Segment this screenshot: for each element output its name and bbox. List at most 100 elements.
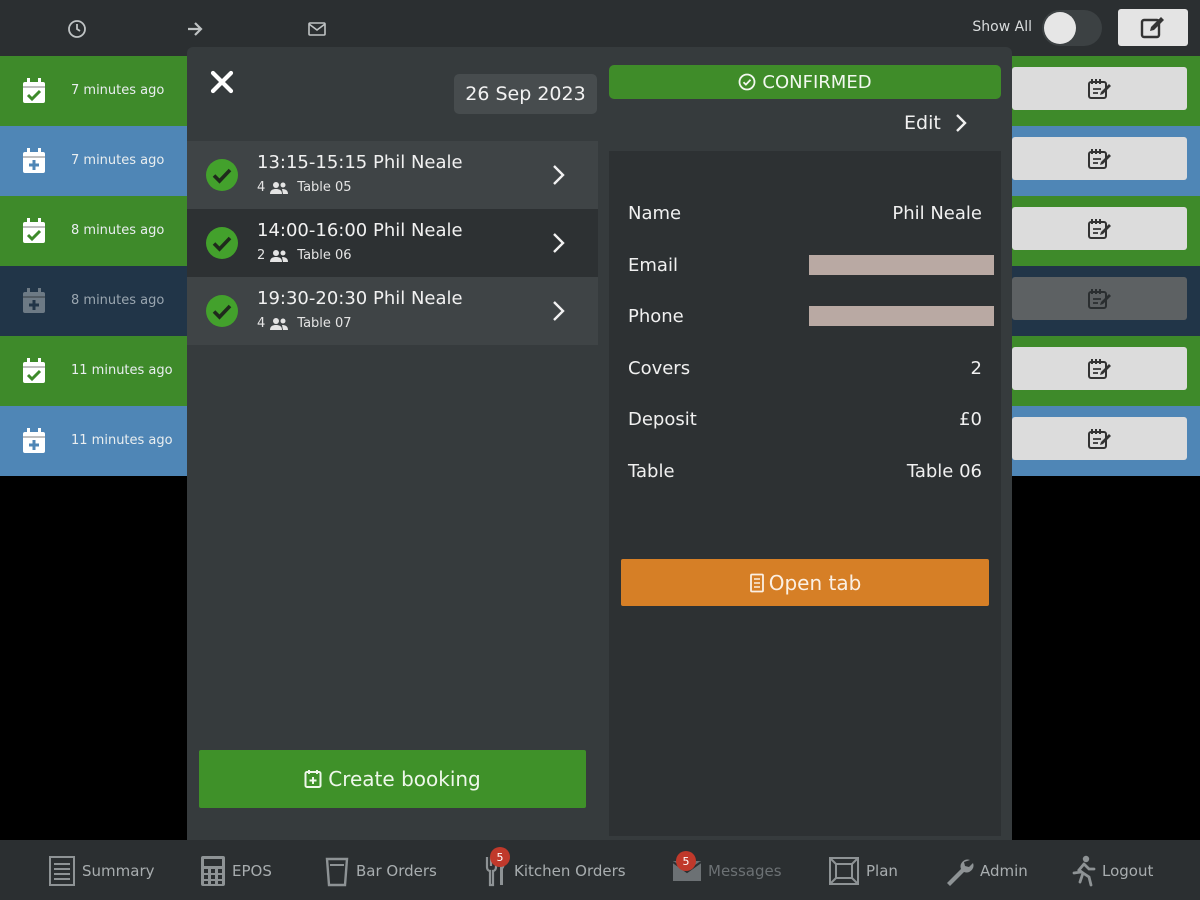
nav-label: Bar Orders: [356, 862, 437, 880]
nav-messages[interactable]: 5 Messages: [672, 851, 782, 888]
booking-item[interactable]: 13:15-15:15 Phil Neale 4 Table 05: [187, 141, 598, 209]
chevron-right-icon: [552, 163, 566, 187]
calendar-check-icon: [22, 78, 46, 104]
nav-label: Summary: [82, 862, 155, 880]
deposit-label: Deposit: [628, 409, 697, 430]
check-circle-icon: [205, 158, 239, 192]
covers-label: Covers: [628, 358, 691, 379]
arrow-right-icon[interactable]: [185, 19, 205, 39]
booking-table: Table 07: [297, 316, 352, 331]
nav-bar-orders[interactable]: Bar Orders: [324, 854, 437, 888]
edit-note-icon: [1087, 428, 1111, 449]
edit-note-icon: [1087, 78, 1111, 99]
detail-covers: Covers 2: [628, 358, 982, 386]
toggle-knob: [1044, 12, 1076, 44]
edit-button[interactable]: Edit: [904, 112, 967, 134]
check-circle-icon: [739, 73, 756, 91]
detail-name: Name Phil Neale: [628, 203, 982, 231]
row-timestamp: 8 minutes ago: [71, 293, 165, 308]
nav-kitchen-orders[interactable]: 5 Kitchen Orders: [484, 847, 626, 888]
booking-subtitle: 4 Table 07: [257, 316, 352, 331]
compose-icon: [1140, 16, 1164, 38]
name-label: Name: [628, 203, 682, 224]
row-timestamp: 7 minutes ago: [71, 83, 165, 98]
calendar-check-icon: [22, 358, 46, 384]
booking-subtitle: 4 Table 05: [257, 180, 352, 195]
create-booking-label: Create booking: [328, 767, 481, 791]
nav-admin[interactable]: Admin: [944, 854, 1028, 888]
create-booking-button[interactable]: Create booking: [199, 750, 586, 808]
notification-badge: 5: [490, 847, 510, 867]
people-icon: [270, 249, 289, 262]
calendar-plus-icon: [304, 770, 322, 788]
envelope-icon[interactable]: [307, 19, 327, 39]
receipt-icon: [749, 573, 764, 592]
row-edit-button[interactable]: [1012, 137, 1187, 180]
table-label: Table: [628, 461, 675, 482]
bottom-nav: Summary EPOS Bar Orders 5 Kitchen Orders 5 Mes…: [0, 840, 1200, 900]
edit-note-icon: [1087, 288, 1111, 309]
table-value: Table 06: [906, 461, 982, 482]
nav-label: Logout: [1102, 862, 1154, 880]
clock-icon[interactable]: [67, 19, 87, 39]
email-label: Email: [628, 255, 678, 276]
chevron-right-icon: [552, 299, 566, 323]
booking-details: Name Phil Neale Email Phone Covers 2 Dep…: [609, 151, 1001, 836]
row-timestamp: 8 minutes ago: [71, 223, 165, 238]
booking-table: Table 05: [297, 180, 352, 195]
booking-title: 13:15-15:15 Phil Neale: [257, 152, 463, 173]
row-edit-button[interactable]: [1012, 347, 1187, 390]
booking-covers: 2: [257, 248, 266, 263]
chevron-right-icon: [955, 114, 967, 132]
chevron-right-icon: [552, 231, 566, 255]
list-icon: [48, 855, 76, 887]
show-all-label: Show All: [972, 19, 1032, 35]
calculator-icon: [200, 855, 226, 887]
floor-plan-icon: [828, 856, 860, 886]
booking-date[interactable]: 26 Sep 2023: [454, 74, 597, 114]
booking-item[interactable]: 14:00-16:00 Phil Neale 2 Table 06: [187, 209, 598, 277]
nav-label: Plan: [866, 862, 898, 880]
booking-title: 14:00-16:00 Phil Neale: [257, 220, 463, 241]
email-redacted: [809, 255, 994, 275]
row-edit-button[interactable]: [1012, 277, 1187, 320]
nav-label: Admin: [980, 862, 1028, 880]
nav-label: Messages: [708, 862, 782, 880]
calendar-plus-icon: [22, 148, 46, 174]
calendar-plus-icon: [22, 288, 46, 314]
edit-note-icon: [1087, 148, 1111, 169]
row-edit-button[interactable]: [1012, 417, 1187, 460]
people-icon: [270, 317, 289, 330]
nav-plan[interactable]: Plan: [828, 854, 898, 888]
open-tab-label: Open tab: [768, 570, 862, 595]
status-text: CONFIRMED: [762, 71, 872, 93]
row-timestamp: 11 minutes ago: [71, 433, 173, 448]
row-edit-button[interactable]: [1012, 207, 1187, 250]
close-icon[interactable]: [209, 69, 235, 95]
compose-button[interactable]: [1118, 9, 1188, 46]
row-timestamp: 7 minutes ago: [71, 153, 165, 168]
booking-item[interactable]: 19:30-20:30 Phil Neale 4 Table 07: [187, 277, 598, 345]
detail-table: Table Table 06: [628, 461, 982, 489]
booking-title: 19:30-20:30 Phil Neale: [257, 288, 463, 309]
wrench-icon: [944, 856, 974, 886]
nav-epos[interactable]: EPOS: [200, 854, 272, 888]
booking-covers: 4: [257, 180, 266, 195]
open-tab-button[interactable]: Open tab: [621, 559, 989, 606]
nav-logout[interactable]: Logout: [1070, 854, 1153, 888]
nav-summary[interactable]: Summary: [48, 854, 155, 888]
row-edit-button[interactable]: [1012, 67, 1187, 110]
nav-label: Kitchen Orders: [514, 862, 626, 880]
glass-icon: [324, 855, 350, 887]
check-circle-icon: [205, 294, 239, 328]
phone-redacted: [809, 306, 994, 326]
phone-label: Phone: [628, 306, 684, 327]
detail-phone: Phone: [628, 306, 994, 334]
name-value: Phil Neale: [892, 203, 982, 224]
deposit-value: £0: [959, 409, 982, 430]
envelope-icon: 5: [672, 851, 702, 883]
check-circle-icon: [205, 226, 239, 260]
show-all-toggle[interactable]: [1042, 10, 1102, 46]
status-badge: CONFIRMED: [609, 65, 1001, 99]
edit-note-icon: [1087, 358, 1111, 379]
